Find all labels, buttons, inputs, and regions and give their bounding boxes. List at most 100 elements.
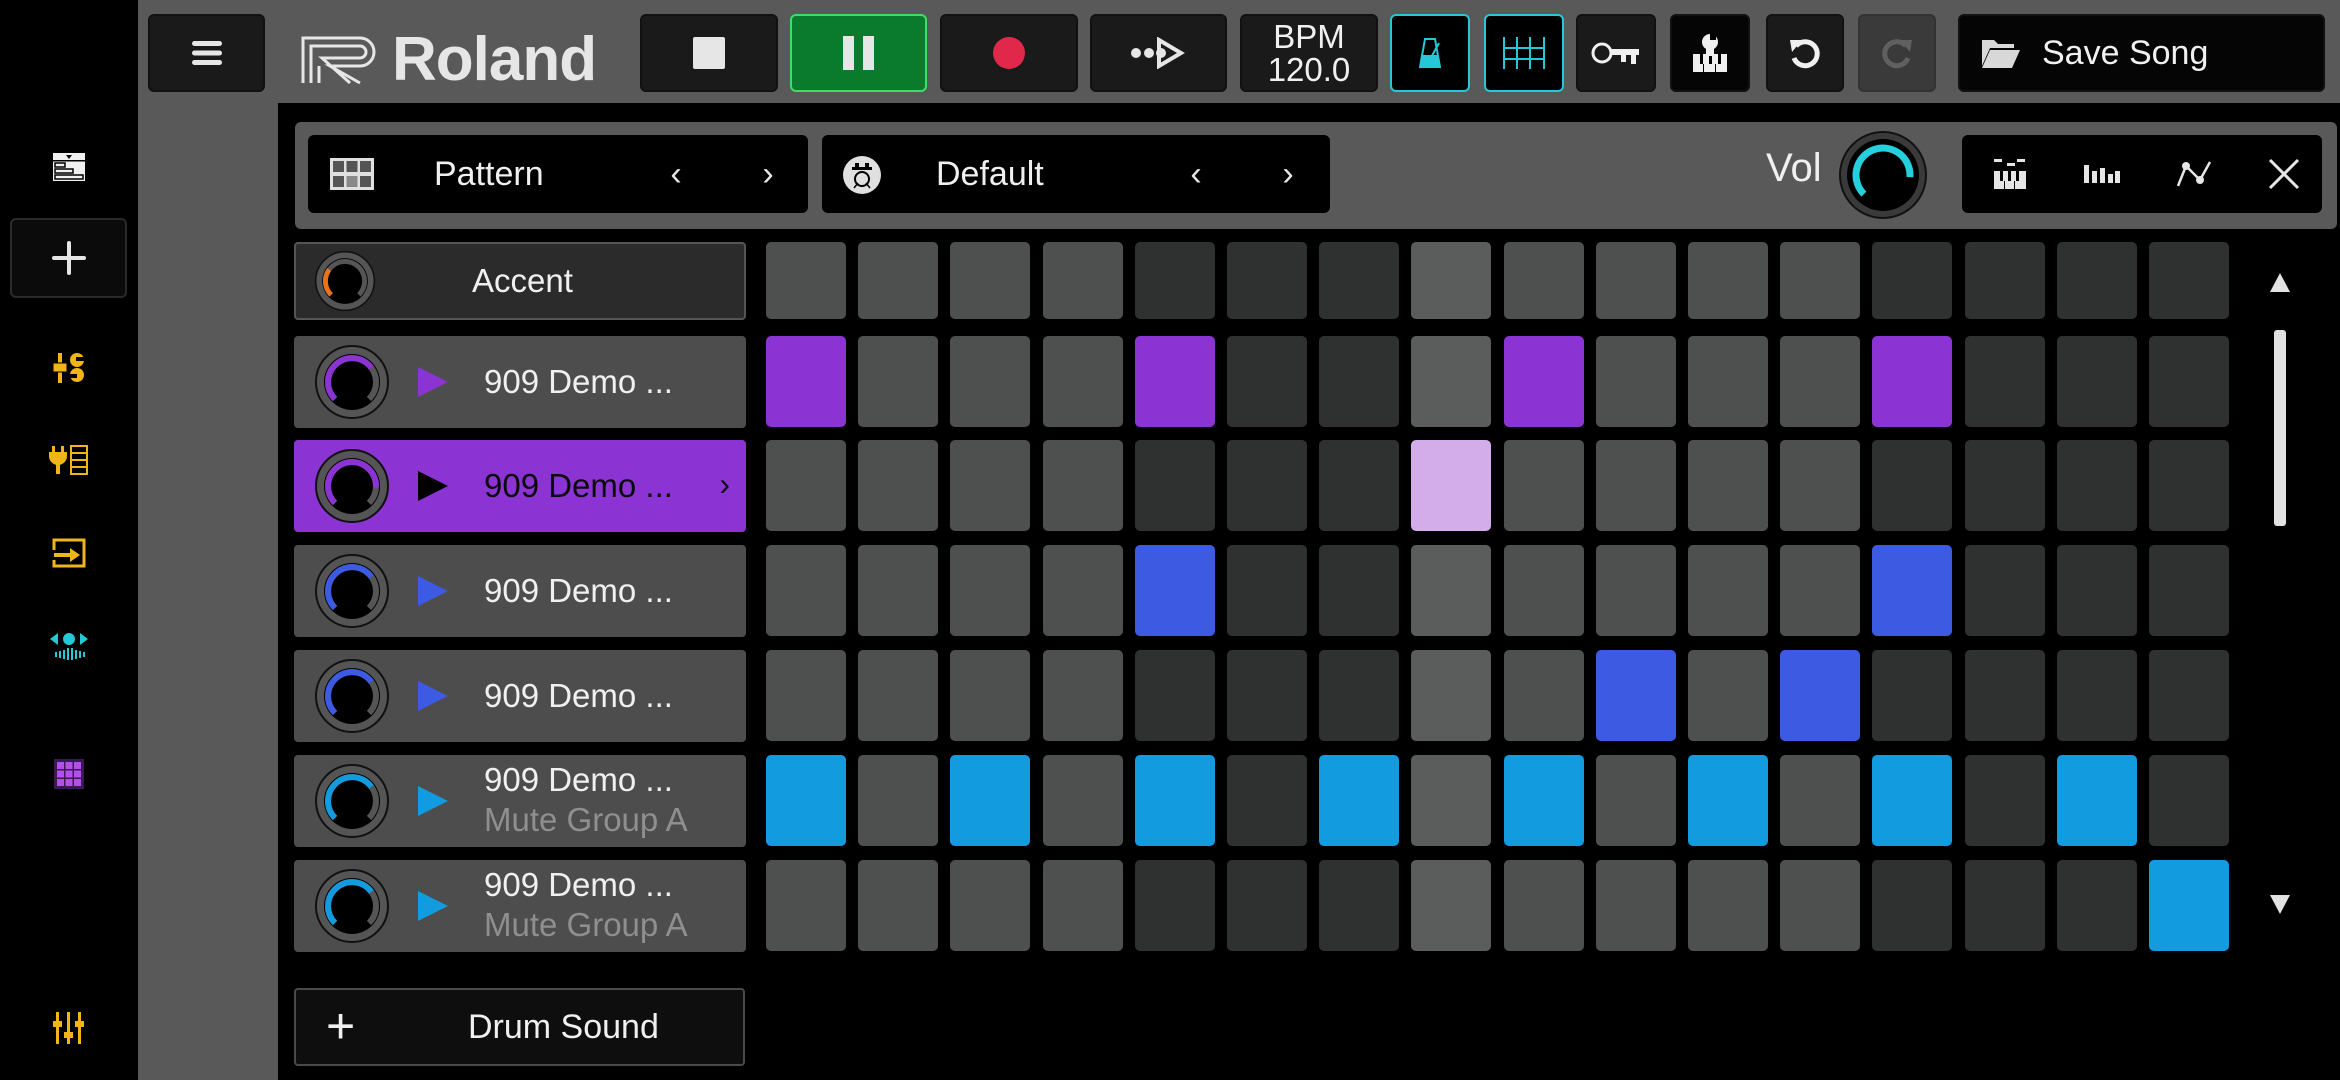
play-preview-icon[interactable] [416,469,450,503]
sidebar-item-pads[interactable] [10,734,127,814]
step-pad[interactable] [1780,336,1861,427]
step-pad[interactable] [1042,650,1123,741]
undo-button[interactable] [1766,14,1844,92]
volume-knob[interactable] [1838,130,1928,220]
step-pad[interactable] [1503,545,1584,636]
step-pad[interactable] [1688,336,1768,427]
step-pad[interactable] [950,440,1031,531]
step-pad[interactable] [1780,755,1861,846]
step-pad[interactable] [1595,860,1676,951]
track-volume-knob[interactable] [314,344,390,420]
step-pad-on[interactable] [1411,440,1492,531]
step-pad[interactable] [2149,755,2229,846]
step-pad[interactable] [1042,242,1123,319]
stop-button[interactable] [640,14,778,92]
step-pad[interactable] [950,336,1031,427]
metronome-toggle[interactable] [1390,14,1470,92]
close-editor-button[interactable] [2244,135,2324,213]
step-pad[interactable] [1319,545,1400,636]
step-pad[interactable] [858,440,939,531]
track-row[interactable]: 909 Demo ... [294,336,746,428]
step-pad-on[interactable] [1688,755,1768,846]
redo-button[interactable] [1858,14,1936,92]
step-pad-on[interactable] [766,755,846,846]
sidebar-item-tools[interactable] [10,328,127,408]
step-pad[interactable] [1042,755,1123,846]
sidebar-item-mixer[interactable] [10,988,127,1068]
step-pad[interactable] [858,860,939,951]
step-pad-on[interactable] [1872,545,1953,636]
step-pad-on[interactable] [1134,336,1215,427]
scrollbar-thumb[interactable] [2274,330,2286,526]
play-preview-icon[interactable] [416,574,450,608]
step-pad[interactable] [858,545,939,636]
step-pad[interactable] [1595,755,1676,846]
track-row[interactable]: 909 Demo ... [294,545,746,637]
add-drum-sound-button[interactable]: + Drum Sound [294,988,745,1066]
step-pad[interactable] [1964,755,2045,846]
track-accent[interactable]: Accent [294,242,746,320]
step-pad[interactable] [2149,545,2229,636]
pattern-next-button[interactable]: › [748,135,788,213]
step-pad[interactable] [1227,336,1307,427]
step-pad[interactable] [1227,440,1307,531]
step-pad[interactable] [1319,440,1400,531]
kit-selector[interactable]: Default ‹ › [822,135,1330,213]
step-pad[interactable] [1042,336,1123,427]
sidebar-item-arrangement[interactable] [10,127,127,207]
step-pad[interactable] [858,242,939,319]
step-pad[interactable] [1872,860,1953,951]
key-button[interactable] [1576,14,1656,92]
step-button[interactable] [1090,14,1227,92]
step-pad-on[interactable] [2056,755,2137,846]
piano-roll-button[interactable] [1970,135,2050,213]
step-pad[interactable] [766,242,846,319]
step-pad[interactable] [1780,545,1861,636]
step-pad[interactable] [858,336,939,427]
step-pad[interactable] [1227,650,1307,741]
step-pad[interactable] [1134,860,1215,951]
step-pad[interactable] [1042,860,1123,951]
track-volume-knob[interactable] [314,448,390,524]
pause-button[interactable] [790,14,927,92]
step-pad[interactable] [1688,650,1768,741]
step-pad-on[interactable] [1134,545,1215,636]
step-pad[interactable] [766,650,846,741]
track-row[interactable]: 909 Demo ... › [294,440,746,532]
step-pad-on[interactable] [1872,755,1953,846]
step-pad[interactable] [1595,242,1676,319]
pattern-prev-button[interactable]: ‹ [656,135,696,213]
track-volume-knob[interactable] [314,763,390,839]
step-pad[interactable] [1319,336,1400,427]
sidebar-item-import[interactable] [10,513,127,593]
sidebar-item-add[interactable] [10,218,127,298]
step-pad[interactable] [1134,650,1215,741]
piano-settings-button[interactable] [1670,14,1750,92]
step-pad[interactable] [1595,336,1676,427]
sidebar-item-sampler[interactable] [10,606,127,686]
automation-button[interactable] [2154,135,2234,213]
step-pad[interactable] [1134,440,1215,531]
track-row[interactable]: 909 Demo ... [294,650,746,742]
step-pad[interactable] [1872,440,1953,531]
step-pad[interactable] [1964,860,2045,951]
scroll-down-icon[interactable] [2268,893,2292,917]
step-pad[interactable] [1411,242,1492,319]
step-pad[interactable] [2056,440,2137,531]
step-pad-on[interactable] [950,755,1031,846]
menu-button[interactable] [148,14,265,92]
track-row[interactable]: 909 Demo ... Mute Group A [294,755,746,847]
step-pad[interactable] [858,755,939,846]
record-button[interactable] [940,14,1078,92]
step-pad[interactable] [1411,545,1492,636]
track-row[interactable]: 909 Demo ... Mute Group A [294,860,746,952]
step-pad[interactable] [1872,650,1953,741]
step-pad[interactable] [2149,336,2229,427]
step-pad[interactable] [766,545,846,636]
velocity-button[interactable] [2062,135,2142,213]
step-pad[interactable] [1964,440,2045,531]
step-pad[interactable] [1503,242,1584,319]
step-pad[interactable] [2149,650,2229,741]
step-pad[interactable] [1688,545,1768,636]
track-volume-knob[interactable] [314,868,390,944]
